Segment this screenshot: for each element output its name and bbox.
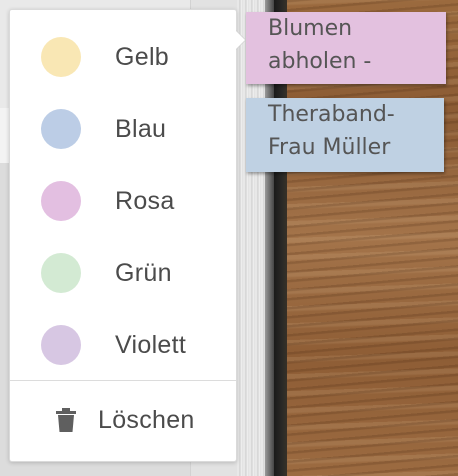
color-option-blue[interactable]: Blau xyxy=(10,93,236,165)
sticky-note-blue[interactable]: Theraband- Frau Müller xyxy=(246,98,444,172)
note-text-line: Blumen xyxy=(268,16,353,41)
color-swatch-yellow xyxy=(41,37,81,77)
color-option-yellow[interactable]: Gelb xyxy=(10,21,236,93)
color-option-violet[interactable]: Violett xyxy=(10,309,236,381)
color-option-label: Grün xyxy=(115,258,172,287)
color-swatch-pink xyxy=(41,181,81,221)
menu-pointer-arrow xyxy=(235,30,245,50)
color-option-label: Violett xyxy=(115,330,187,359)
sticky-note-pink[interactable]: Blumen abholen - xyxy=(246,12,446,84)
color-swatch-blue xyxy=(41,109,81,149)
color-option-pink[interactable]: Rosa xyxy=(10,165,236,237)
color-option-label: Rosa xyxy=(115,186,175,215)
color-swatch-violet xyxy=(41,325,81,365)
color-swatch-green xyxy=(41,253,81,293)
color-option-green[interactable]: Grün xyxy=(10,237,236,309)
note-text-line: Frau Müller xyxy=(268,135,391,160)
delete-label: Löschen xyxy=(98,405,195,434)
delete-button[interactable]: Löschen xyxy=(10,382,236,458)
color-menu: Gelb Blau Rosa Grün Violett Löschen xyxy=(9,9,237,462)
color-option-label: Gelb xyxy=(115,42,170,71)
color-option-label: Blau xyxy=(115,114,167,143)
trash-icon xyxy=(56,408,76,432)
note-text-line: abholen - xyxy=(268,49,372,74)
note-text-line: Theraband- xyxy=(268,102,395,127)
menu-divider xyxy=(10,380,236,381)
